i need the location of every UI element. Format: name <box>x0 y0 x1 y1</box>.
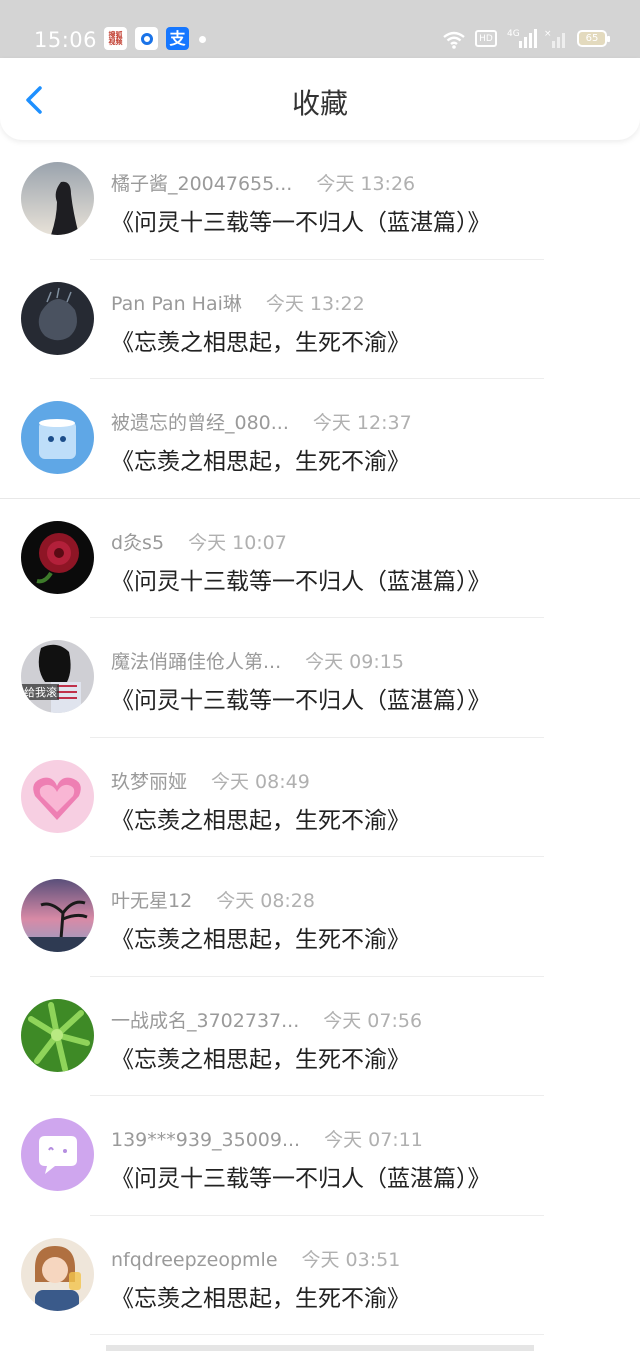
sohu-video-icon: 搜狐 视频 <box>104 27 127 50</box>
story-title[interactable]: 《忘羡之相思起，生死不渝》 <box>111 442 410 476</box>
item-time: 今天 12:37 <box>312 412 412 434</box>
signal-icon: 4G <box>507 29 537 48</box>
user-name: 玖梦丽娅 <box>111 770 188 793</box>
item-time: 今天 09:15 <box>305 651 404 673</box>
story-title[interactable]: 《问灵十三载等一不归人（蓝湛篇）》 <box>111 203 491 237</box>
favorites-list: 橘子酱_20047655... 今天 13:26 《问灵十三载等一不归人（蓝湛篇）… <box>0 140 640 1335</box>
status-time: 15:06 <box>34 28 98 52</box>
item-time: 今天 13:22 <box>265 292 365 315</box>
target-app-icon <box>135 27 158 50</box>
item-time: 今天 13:26 <box>316 173 416 195</box>
story-title[interactable]: 《忘羡之相思起，生死不渝》 <box>111 1279 410 1313</box>
user-name: 魔法俏踊佳伧人第... <box>111 651 282 673</box>
notification-dot-icon <box>199 36 206 43</box>
story-title[interactable]: 《忘羡之相思起，生死不渝》 <box>111 920 410 954</box>
sunset-tree-avatar[interactable] <box>21 879 94 952</box>
favorite-item[interactable]: d灸s5 今天 10:07 《问灵十三载等一不归人（蓝湛篇）》 <box>0 499 640 618</box>
favorite-item[interactable]: 被遗忘的曾经_080... 今天 12:37 《忘羡之相思起，生死不渝》 <box>0 379 640 499</box>
item-time: 今天 08:28 <box>216 890 315 912</box>
favorite-item[interactable]: Pan Pan Hai琳 今天 13:22 《忘羡之相思起，生死不渝》 <box>0 260 640 379</box>
favorite-item[interactable]: 139***939_35009... 今天 07:11 《问灵十三载等一不归人（蓝… <box>0 1096 640 1216</box>
user-name: nfqdreepzeopmle <box>111 1248 278 1271</box>
item-time: 今天 03:51 <box>301 1248 401 1271</box>
pink-heart-avatar[interactable] <box>21 759 94 833</box>
story-title[interactable]: 《忘羡之相思起，生死不渝》 <box>111 1040 410 1074</box>
user-name: d灸s5 <box>111 531 165 554</box>
girl-photo-avatar[interactable] <box>21 1237 94 1311</box>
item-time: 今天 10:07 <box>188 531 287 554</box>
red-rose-avatar[interactable] <box>21 520 94 594</box>
signal-empty-icon: × <box>544 29 565 48</box>
item-time: 今天 07:56 <box>323 1009 423 1032</box>
user-name: 139***939_35009... <box>111 1129 301 1151</box>
favorite-item[interactable]: 玖梦丽娅 今天 08:49 《忘羡之相思起，生死不渝》 <box>0 738 640 857</box>
wifi-icon <box>443 31 465 49</box>
story-title[interactable]: 《问灵十三载等一不归人（蓝湛篇）》 <box>111 681 491 715</box>
divider <box>90 1334 544 1335</box>
battery-icon: 65 <box>577 30 610 47</box>
item-time: 今天 08:49 <box>211 770 310 793</box>
user-name: Pan Pan Hai琳 <box>111 292 242 315</box>
girl-silhouette-avatar[interactable] <box>21 162 94 235</box>
green-plant-avatar[interactable] <box>21 998 94 1072</box>
svg-text:4G: 4G <box>507 29 520 39</box>
status-bar: 15:06 搜狐 视频 支 HD 4G × 65 <box>0 0 640 60</box>
story-title[interactable]: 《忘羡之相思起，生死不渝》 <box>111 801 410 835</box>
favorite-item[interactable]: nfqdreepzeopmle 今天 03:51 《忘羡之相思起，生死不渝》 <box>0 1216 640 1335</box>
user-name: 叶无星12 <box>111 890 193 912</box>
alipay-icon: 支 <box>166 27 189 50</box>
page-title: 收藏 <box>291 87 348 120</box>
dark-portrait-avatar[interactable] <box>21 281 94 355</box>
girl-sticker-avatar[interactable]: 给我滚 <box>21 640 94 713</box>
story-title[interactable]: 《忘羡之相思起，生死不渝》 <box>111 323 410 357</box>
story-title[interactable]: 《问灵十三载等一不归人（蓝湛篇）》 <box>111 562 491 596</box>
default-chat-avatar[interactable] <box>21 1118 94 1191</box>
user-name: 一战成名_3702737... <box>111 1009 300 1032</box>
hd-badge-icon: HD <box>475 30 497 47</box>
favorite-item[interactable]: 一战成名_3702737... 今天 07:56 《忘羡之相思起，生死不渝》 <box>0 977 640 1096</box>
bottom-edge <box>106 1345 534 1351</box>
user-name: 橘子酱_20047655... <box>111 173 293 195</box>
svg-text:×: × <box>544 29 552 39</box>
favorite-item[interactable]: 叶无星12 今天 08:28 《忘羡之相思起，生死不渝》 <box>0 857 640 977</box>
favorite-item[interactable]: 橘子酱_20047655... 今天 13:26 《问灵十三载等一不归人（蓝湛篇）… <box>0 140 640 260</box>
user-name: 被遗忘的曾经_080... <box>111 412 289 434</box>
item-time: 今天 07:11 <box>324 1129 423 1151</box>
glass-cup-avatar[interactable] <box>21 401 94 474</box>
avatar-text: 给我滚 <box>24 685 57 699</box>
story-title[interactable]: 《问灵十三载等一不归人（蓝湛篇）》 <box>111 1159 491 1193</box>
app-header: 收藏 <box>0 58 640 140</box>
favorite-item[interactable]: 给我滚 魔法俏踊佳伧人第... 今天 09:15 《问灵十三载等一不归人（蓝湛篇）… <box>0 618 640 738</box>
